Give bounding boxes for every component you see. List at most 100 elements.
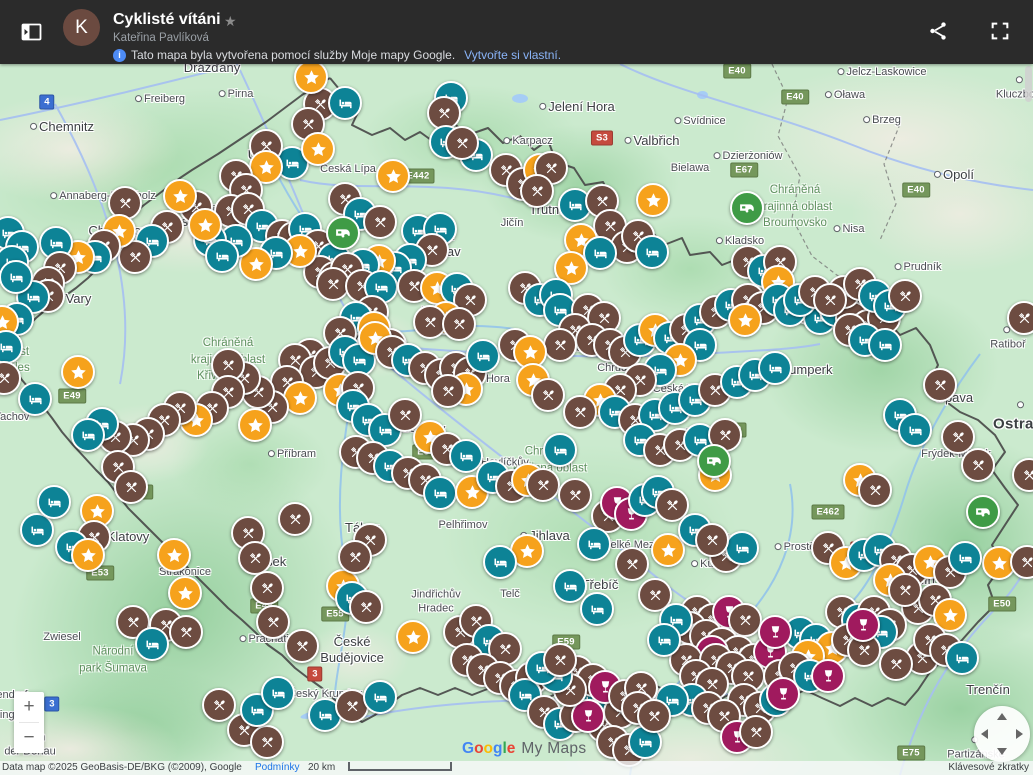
map-marker-poi-star[interactable] xyxy=(163,179,197,213)
city-dot-icon xyxy=(30,123,37,130)
map-marker-restaurant[interactable] xyxy=(349,590,383,624)
map-marker-wine-bar[interactable] xyxy=(758,615,792,649)
scrollbar-thumb[interactable] xyxy=(1025,66,1032,102)
side-panel-toggle-button[interactable] xyxy=(18,20,44,44)
map-marker-lodging[interactable] xyxy=(945,641,979,675)
create-own-link[interactable]: Vytvořte si vlastní. xyxy=(464,48,561,62)
map-marker-lodging[interactable] xyxy=(423,476,457,510)
map-marker-restaurant[interactable] xyxy=(285,629,319,663)
map-marker-lodging[interactable] xyxy=(466,339,500,373)
map-marker-restaurant[interactable] xyxy=(363,205,397,239)
map-marker-poi-star[interactable] xyxy=(188,208,222,242)
map-marker-restaurant[interactable] xyxy=(169,615,203,649)
map-marker-restaurant[interactable] xyxy=(739,715,773,749)
map-marker-restaurant[interactable] xyxy=(543,643,577,677)
pan-left-arrow-icon[interactable] xyxy=(981,729,988,739)
map-marker-restaurant[interactable] xyxy=(256,605,290,639)
map-marker-lodging[interactable] xyxy=(868,328,902,362)
map-marker-restaurant[interactable] xyxy=(923,368,957,402)
pan-control[interactable] xyxy=(974,706,1030,762)
map-marker-poi-star[interactable] xyxy=(157,538,191,572)
map-marker-restaurant[interactable] xyxy=(888,573,922,607)
map-marker-restaurant[interactable] xyxy=(520,174,554,208)
map-marker-restaurant[interactable] xyxy=(543,328,577,362)
map-marker-poi-star[interactable] xyxy=(728,303,762,337)
map-marker-lodging[interactable] xyxy=(71,418,105,452)
map-marker-poi-star[interactable] xyxy=(396,620,430,654)
map-marker-restaurant[interactable] xyxy=(250,725,284,759)
map-marker-lodging[interactable] xyxy=(758,351,792,385)
map-marker-lodging[interactable] xyxy=(328,86,362,120)
city-dot-icon xyxy=(837,68,844,75)
keyboard-shortcuts-link[interactable]: Klávesové zkratky xyxy=(948,762,1029,773)
map-marker-lodging[interactable] xyxy=(261,676,295,710)
zoom-out-button[interactable]: − xyxy=(14,723,44,753)
map-marker-camper-site[interactable] xyxy=(730,191,764,225)
terms-link[interactable]: Podmínky xyxy=(255,762,299,773)
map-marker-restaurant[interactable] xyxy=(531,378,565,412)
map-marker-lodging[interactable] xyxy=(483,545,517,579)
pan-up-arrow-icon[interactable] xyxy=(997,713,1007,720)
map-marker-lodging[interactable] xyxy=(553,569,587,603)
avatar[interactable]: K xyxy=(63,9,100,46)
pan-right-arrow-icon[interactable] xyxy=(1016,729,1023,739)
map-marker-restaurant[interactable] xyxy=(445,126,479,160)
map-marker-poi-star[interactable] xyxy=(301,132,335,166)
zoom-control: + − xyxy=(14,692,44,753)
map-marker-restaurant[interactable] xyxy=(442,307,476,341)
map-marker-restaurant[interactable] xyxy=(250,571,284,605)
map-marker-wine-bar[interactable] xyxy=(766,677,800,711)
map-marker-restaurant[interactable] xyxy=(615,547,649,581)
map-marker-restaurant[interactable] xyxy=(278,502,312,536)
map-marker-poi-star[interactable] xyxy=(636,183,670,217)
map-marker-lodging[interactable] xyxy=(18,382,52,416)
map-marker-lodging[interactable] xyxy=(543,433,577,467)
map-marker-restaurant[interactable] xyxy=(114,470,148,504)
map-marker-poi-star[interactable] xyxy=(71,538,105,572)
fullscreen-button[interactable] xyxy=(989,20,1013,44)
map-marker-poi-star[interactable] xyxy=(168,576,202,610)
map-marker-restaurant[interactable] xyxy=(1007,301,1033,335)
map-marker-poi-star[interactable] xyxy=(376,159,410,193)
map-marker-lodging[interactable] xyxy=(135,627,169,661)
map-marker-restaurant[interactable] xyxy=(695,523,729,557)
map-marker-lodging[interactable] xyxy=(647,623,681,657)
map-marker-lodging[interactable] xyxy=(577,527,611,561)
star-icon[interactable]: ★ xyxy=(224,13,237,30)
map-marker-lodging[interactable] xyxy=(363,680,397,714)
map-marker-restaurant[interactable] xyxy=(563,395,597,429)
map-marker-restaurant[interactable] xyxy=(388,398,422,432)
map-marker-restaurant[interactable] xyxy=(879,647,913,681)
share-button[interactable] xyxy=(927,20,951,44)
map-marker-lodging[interactable] xyxy=(948,541,982,575)
zoom-in-button[interactable]: + xyxy=(14,692,44,722)
map-marker-camper-site[interactable] xyxy=(697,444,731,478)
map-marker-lodging[interactable] xyxy=(0,260,33,294)
map-marker-restaurant[interactable] xyxy=(431,374,465,408)
map-marker-restaurant[interactable] xyxy=(813,283,847,317)
map-marker-restaurant[interactable] xyxy=(961,448,995,482)
pan-down-arrow-icon[interactable] xyxy=(997,748,1007,755)
map-marker-poi-star[interactable] xyxy=(61,355,95,389)
map-marker-lodging[interactable] xyxy=(725,531,759,565)
map-marker-lodging[interactable] xyxy=(583,236,617,270)
map-marker-camper-site[interactable] xyxy=(326,216,360,250)
map-marker-restaurant[interactable] xyxy=(858,473,892,507)
map-marker-restaurant[interactable] xyxy=(526,468,560,502)
map-marker-wine-bar[interactable] xyxy=(846,608,880,642)
map-marker-lodging[interactable] xyxy=(635,235,669,269)
map-marker-poi-star[interactable] xyxy=(238,408,272,442)
map-marker-restaurant[interactable] xyxy=(558,478,592,512)
map-marker-camper-site[interactable] xyxy=(966,495,1000,529)
map-marker-restaurant[interactable] xyxy=(238,541,272,575)
map-marker-restaurant[interactable] xyxy=(637,699,671,733)
map-marker-lodging[interactable] xyxy=(898,413,932,447)
map-marker-lodging[interactable] xyxy=(37,485,71,519)
map-marker-lodging[interactable] xyxy=(205,239,239,273)
map-canvas[interactable]: Chráněná krajinná oblast BroumovskoChrán… xyxy=(0,64,1033,775)
map-marker-wine-bar[interactable] xyxy=(811,659,845,693)
map-marker-restaurant[interactable] xyxy=(202,688,236,722)
map-marker-restaurant[interactable] xyxy=(888,279,922,313)
map-marker-restaurant[interactable] xyxy=(338,540,372,574)
map-marker-lodging[interactable] xyxy=(580,592,614,626)
